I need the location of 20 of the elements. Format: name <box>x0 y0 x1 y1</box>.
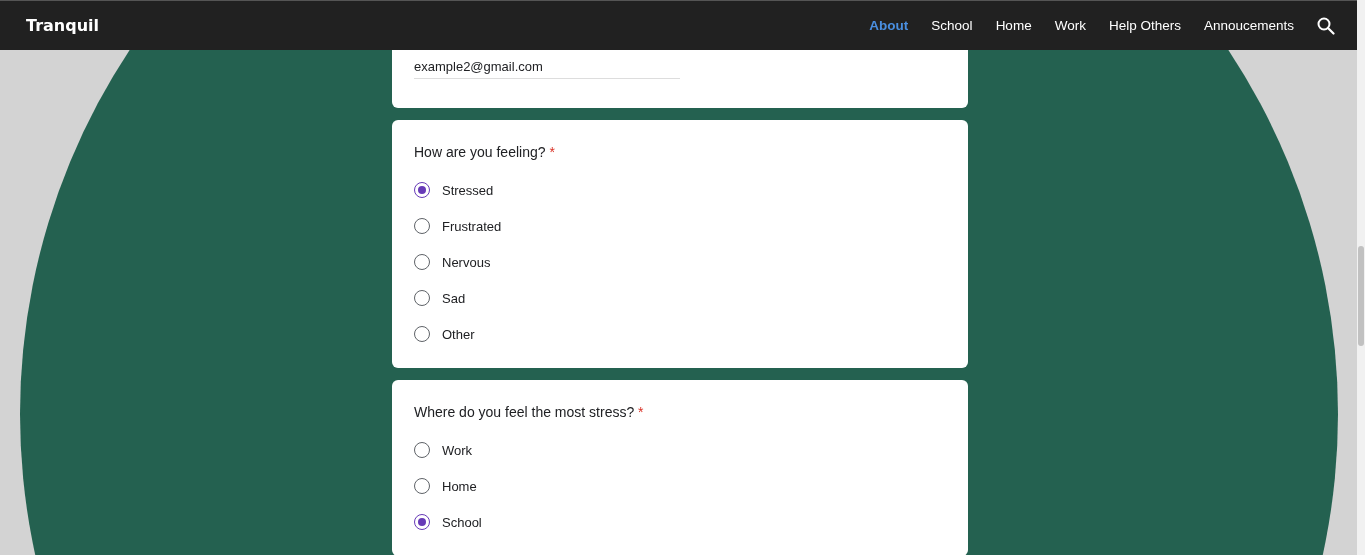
option-label: Other <box>442 326 475 342</box>
question-label: How are you feeling? * <box>414 143 556 162</box>
nav-link[interactable]: Work <box>1054 18 1086 33</box>
option-label: Work <box>442 442 473 458</box>
site-logo[interactable]: Tranquil <box>26 16 100 35</box>
search-icon[interactable] <box>1317 16 1335 35</box>
nav-link[interactable]: About <box>869 18 909 33</box>
nav-link[interactable]: Help Others <box>1108 18 1181 33</box>
option-label: Sad <box>442 290 466 306</box>
option-label: Stressed <box>442 182 494 198</box>
option-label: School <box>442 514 482 530</box>
scrollbar-thumb[interactable] <box>1358 246 1364 346</box>
scrollbar[interactable] <box>1357 0 1365 555</box>
nav-link[interactable]: Home <box>995 18 1032 33</box>
option-label: Nervous <box>442 254 491 270</box>
option-label: Home <box>442 478 477 494</box>
nav-link[interactable]: School <box>931 18 973 33</box>
question-label: Where do you feel the most stress? * <box>414 403 645 422</box>
option-label: Frustrated <box>442 218 502 234</box>
nav-link[interactable]: Annoucements <box>1203 18 1294 33</box>
